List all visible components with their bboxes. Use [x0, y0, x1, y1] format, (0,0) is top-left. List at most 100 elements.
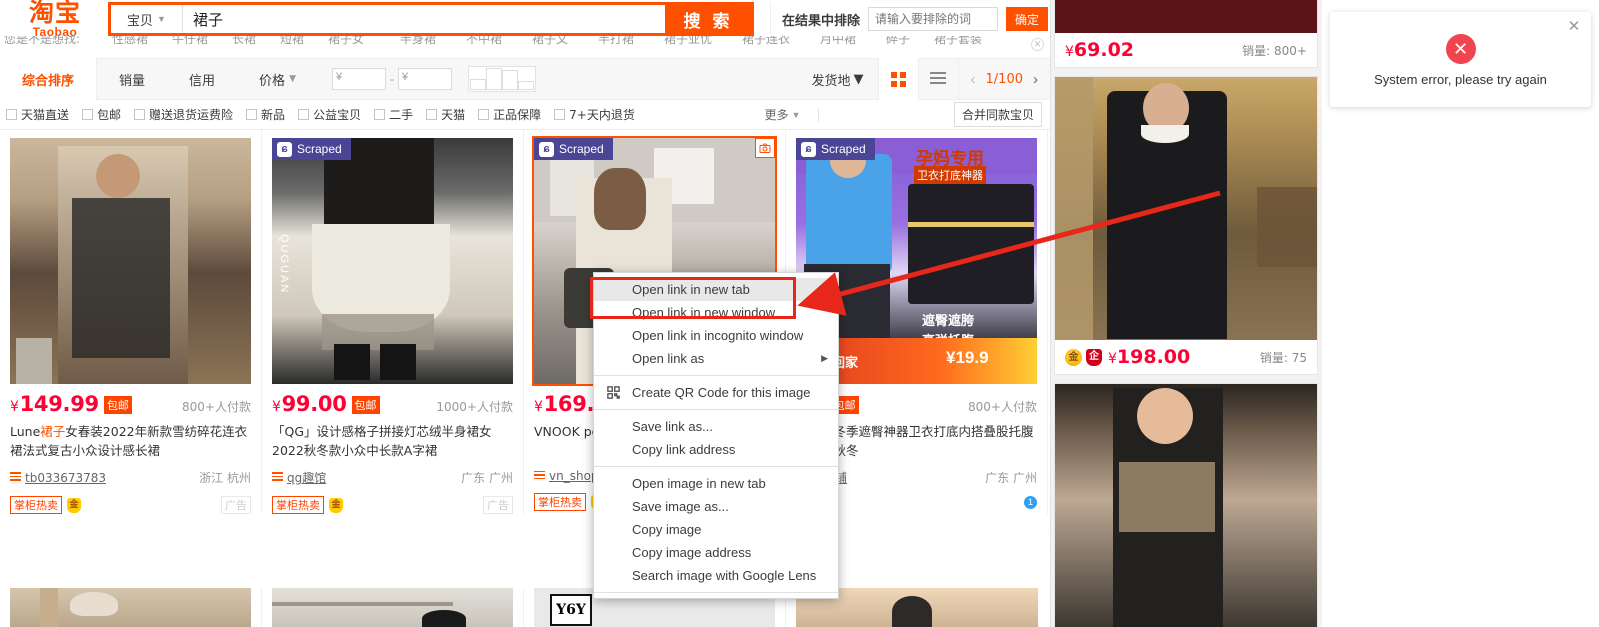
brand-watermark: Y6Y — [550, 594, 592, 626]
ad-tag: 广告 — [221, 496, 251, 514]
price-min-input[interactable] — [331, 68, 386, 90]
product-image[interactable]: QUGUAN ɕ Scraped — [272, 138, 513, 384]
filter-checkbox-new[interactable]: 新品 — [246, 106, 285, 123]
price-max-wrap — [397, 68, 452, 90]
related-keyword[interactable]: 半身裙 — [400, 36, 436, 47]
tag-row: 掌柜热卖 金 广告 — [10, 496, 251, 514]
error-panel: ✕ ✕ System error, please try again — [1322, 0, 1599, 627]
filter-checkbox-secondhand[interactable]: 二手 — [374, 106, 413, 123]
related-keyword[interactable]: 裙子女 — [328, 36, 364, 47]
product-title[interactable]: Lune裙子女春装2022年新款雪纺碎花连衣裙法式复古小众设计感长裙 — [10, 422, 251, 460]
qr-code-icon — [606, 385, 621, 400]
exclude-filter: 在结果中排除 确定 — [782, 6, 1049, 32]
product-card[interactable] — [262, 588, 524, 627]
prev-page-button[interactable]: ‹ — [971, 71, 976, 88]
menu-item-save-link-as[interactable]: Save link as... — [594, 415, 838, 438]
more-filters-button[interactable]: 更多 ▼ — [764, 106, 800, 123]
shop-name[interactable]: vn_shop — [549, 469, 599, 483]
right-product-card[interactable] — [1054, 383, 1318, 627]
shop-icon — [534, 470, 545, 482]
list-view-button[interactable] — [917, 58, 958, 100]
filter-label: 天猫 — [441, 108, 466, 122]
ship-from-filter[interactable]: 发货地 ▼ — [798, 70, 878, 89]
product-card[interactable]: QUGUAN ɕ Scraped ¥99.00 包邮 1000+人付款 「QG」… — [262, 130, 524, 514]
exclude-input[interactable] — [868, 7, 999, 31]
menu-item-copy-image[interactable]: Copy image — [594, 518, 838, 541]
error-circle-icon: ✕ — [1445, 34, 1476, 64]
price-value: 99.00 — [281, 392, 347, 416]
related-keyword[interactable]: 裙子业优 — [664, 36, 712, 47]
more-filters-label: 更多 — [764, 108, 789, 122]
product-price: ¥69.02 — [1065, 39, 1134, 61]
close-icon[interactable]: ✕ — [1031, 38, 1044, 51]
filter-checkbox-return-insurance[interactable]: 赠送退货运费险 — [134, 106, 233, 123]
menu-item-open-link-as[interactable]: Open link as ▶ — [594, 347, 838, 370]
annotation-highlight-box — [590, 277, 796, 319]
sort-tab-comprehensive[interactable]: 综合排序 — [0, 58, 98, 100]
search-button[interactable]: 搜 索 — [665, 5, 751, 33]
menu-item-search-image-google-lens[interactable]: Search image with Google Lens — [594, 564, 838, 587]
filter-checkbox-charity[interactable]: 公益宝贝 — [298, 106, 361, 123]
product-title[interactable]: 「QG」设计感格子拼接灯芯绒半身裙女2022秋冬款小众中长款A字裙 — [272, 422, 513, 460]
filter-checkbox-tmall-delivery[interactable]: 天猫直送 — [6, 106, 69, 123]
related-keyword[interactable]: 牛仔裙 — [172, 36, 208, 47]
filter-checkbox-authentic[interactable]: 正品保障 — [478, 106, 541, 123]
filter-checkbox-free-shipping[interactable]: 包邮 — [82, 106, 121, 123]
checkbox-icon — [426, 109, 438, 120]
title-pre: Lune — [10, 424, 41, 439]
shop-row: tb033673783 浙江 杭州 — [10, 469, 251, 486]
price-histogram[interactable] — [467, 66, 536, 92]
checkbox-icon — [554, 109, 566, 120]
search-category-select[interactable]: 宝贝 ▼ — [111, 5, 183, 33]
sort-tab-sales[interactable]: 销量 — [97, 58, 167, 100]
menu-item-label: Save image as... — [632, 499, 729, 514]
related-keyword[interactable]: 长裙 — [232, 36, 256, 47]
sort-tab-credit[interactable]: 信用 — [167, 58, 237, 100]
title-keyword: 裙子 — [40, 424, 66, 439]
taobao-logo[interactable]: 淘宝 Taobao — [12, 0, 98, 38]
related-keyword[interactable]: 碎子 — [886, 36, 910, 47]
related-keyword[interactable]: 裙子连衣 — [742, 36, 790, 47]
next-page-button[interactable]: › — [1033, 71, 1038, 88]
shop-name[interactable]: qg趣馆 — [287, 469, 326, 486]
menu-item-open-link-incognito[interactable]: Open link in incognito window — [594, 324, 838, 347]
scraped-badge: ɕ Scraped — [796, 138, 875, 160]
currency-symbol: ¥ — [1108, 351, 1117, 367]
tag-row: 掌柜热卖 金 广告 — [272, 496, 513, 514]
related-keyword[interactable]: 性感裙 — [112, 36, 148, 47]
filter-checkbox-7day-return[interactable]: 7+天内退货 — [554, 106, 635, 123]
menu-item-copy-link-address[interactable]: Copy link address — [594, 438, 838, 461]
related-keyword[interactable]: 裙子文 — [532, 36, 568, 47]
error-message: System error, please try again — [1374, 72, 1547, 87]
error-dialog: ✕ ✕ System error, please try again — [1330, 12, 1591, 107]
menu-item-create-qr-code[interactable]: Create QR Code for this image — [594, 381, 838, 404]
hot-seller-tag: 掌柜热卖 — [534, 493, 586, 511]
related-keyword[interactable]: 半打裙 — [598, 36, 634, 47]
product-image[interactable] — [10, 138, 251, 384]
related-keyword[interactable]: 裙子套装 — [934, 36, 982, 47]
right-product-card[interactable]: ¥69.02 销量: 800+ — [1054, 0, 1318, 68]
close-icon[interactable]: ✕ — [1567, 19, 1581, 34]
related-keywords-strip: 您是不是想找: 性感裙 牛仔裙 长裙 短裙 裙子女 半身裙 不中裙 裙子文 半打… — [0, 36, 1050, 58]
sort-tab-price[interactable]: 价格 ▼ — [237, 58, 318, 100]
menu-item-copy-image-address[interactable]: Copy image address — [594, 541, 838, 564]
menu-divider — [594, 375, 838, 376]
camera-search-icon[interactable] — [755, 138, 775, 158]
menu-item-save-image-as[interactable]: Save image as... — [594, 495, 838, 518]
shop-name[interactable]: tb033673783 — [25, 471, 106, 485]
related-keyword[interactable]: 短裙 — [280, 36, 304, 47]
gold-medal-icon: 金 — [1065, 348, 1082, 366]
product-card[interactable] — [0, 588, 262, 627]
merge-similar-button[interactable]: 合并同款宝贝 — [953, 102, 1042, 127]
filter-checkbox-tmall[interactable]: 天猫 — [426, 106, 465, 123]
grid-view-button[interactable] — [877, 58, 918, 100]
price-max-input[interactable] — [397, 68, 452, 90]
related-keyword[interactable]: 不中裙 — [466, 36, 502, 47]
menu-item-open-image-new-tab[interactable]: Open image in new tab — [594, 472, 838, 495]
product-info: ¥99.00 包邮 1000+人付款 「QG」设计感格子拼接灯芯绒半身裙女202… — [262, 384, 523, 514]
search-input[interactable] — [183, 5, 665, 33]
product-card[interactable]: ¥149.99 包邮 800+人付款 Lune裙子女春装2022年新款雪纺碎花连… — [0, 130, 262, 514]
context-menu[interactable]: Open link in new tab Open link in new wi… — [593, 272, 839, 599]
related-keyword[interactable]: 月中裙 — [820, 36, 856, 47]
exclude-confirm-button[interactable]: 确定 — [1006, 7, 1049, 31]
